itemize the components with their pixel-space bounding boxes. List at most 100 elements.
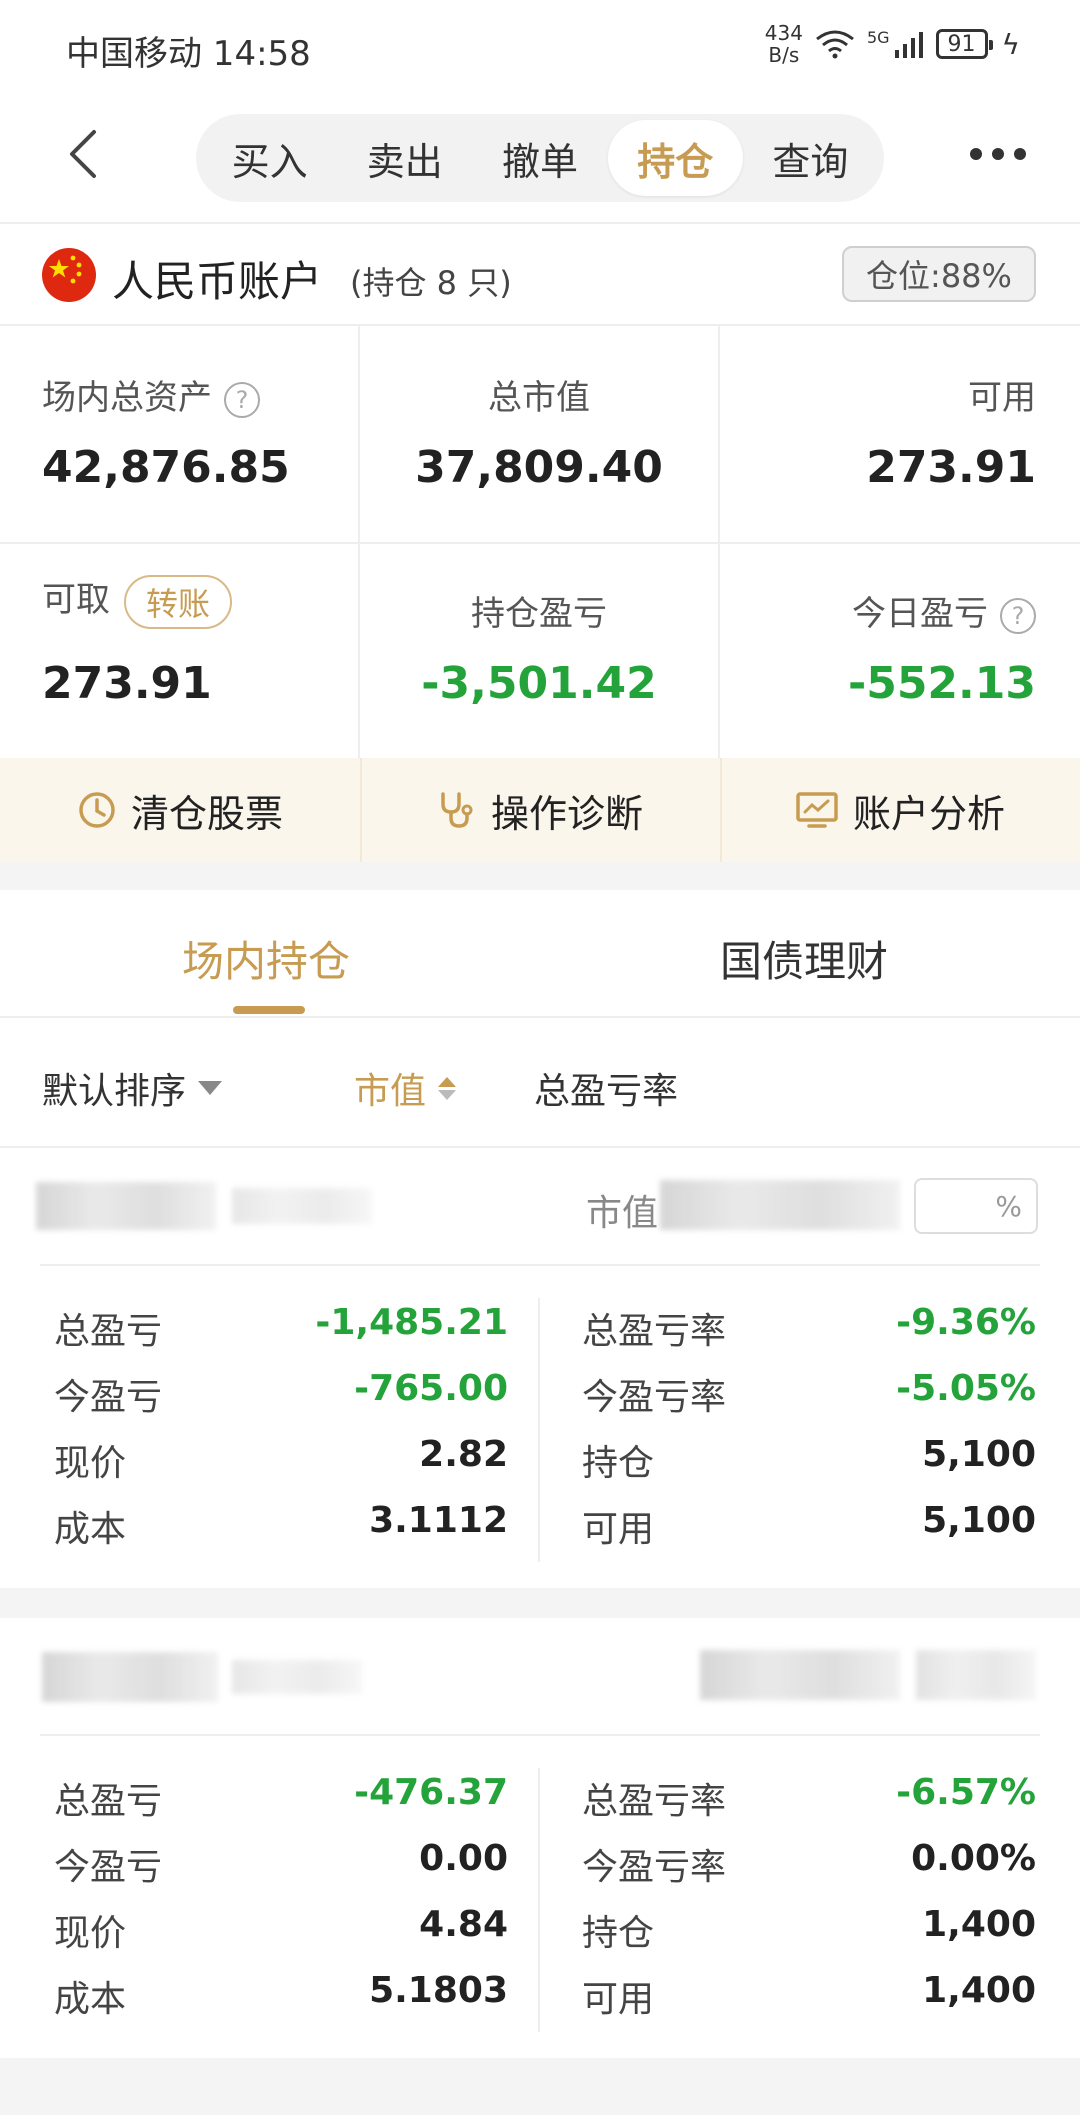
metric-row: 可用 1,400 [582,1970,1036,2036]
top-nav: 买入 卖出 撤单 持仓 查询 [0,100,1080,222]
metric-row: 成本 3.1112 [54,1500,508,1566]
clock-icon [79,792,115,828]
metric-value: 1,400 [922,1970,1036,2011]
metric-value: 0.00 [419,1838,508,1879]
sort-default[interactable]: 默认排序 [42,1062,223,1114]
tab-sell[interactable]: 卖出 [337,120,472,196]
metric-row: 今盈亏率 -5.05% [582,1368,1036,1434]
tab-query[interactable]: 查询 [743,120,878,196]
metric-label: 总盈亏 [54,1781,163,1822]
status-bar: 中国移动 14:58 434 B/s 5G 91 ϟ [0,0,1080,100]
metric-label: 总盈亏率 [582,1311,727,1352]
sort-total-rate[interactable]: 总盈亏率 [534,1062,678,1114]
tab-underline [233,1006,305,1014]
metric-value: 5,100 [922,1434,1036,1475]
section-gap [0,862,1080,890]
metric-value: 5,100 [922,1500,1036,1541]
account-header: 人民币账户 (持仓 8 只) 仓位:88% [0,224,1080,324]
chevron-left-icon [70,130,96,178]
market-value-redacted [700,1650,900,1700]
stat-value: -552.13 [847,658,1036,709]
metric-label: 今盈亏率 [582,1377,727,1418]
sort-bar: 默认排序 市值 总盈亏率 [0,1018,1080,1148]
metric-label: 现价 [54,1443,127,1484]
stat-total-assets: 场内总资产? 42,876.85 [0,326,358,542]
stock-code-redacted [232,1660,362,1694]
china-flag-icon [42,248,96,302]
position-pct-redacted [916,1650,1036,1700]
action-bar: 清仓股票 操作诊断 账户分析 [0,758,1080,862]
metric-value: -1,485.21 [315,1302,508,1343]
divider [40,1734,1040,1736]
sort-label: 总盈亏率 [534,1071,679,1112]
stat-value: 273.91 [42,658,212,709]
metric-label: 可用 [582,1509,655,1550]
metric-row: 总盈亏 -1,485.21 [54,1302,508,1368]
network-speed: 434 B/s [765,22,803,66]
stat-label: 总市值 [488,378,590,418]
clear-stocks-button[interactable]: 清仓股票 [0,758,360,862]
caret-down-icon [198,1081,223,1095]
battery-icon: 91 [935,29,993,59]
metric-label: 今盈亏 [54,1377,163,1418]
back-button[interactable] [56,124,116,184]
metric-row: 持仓 5,100 [582,1434,1036,1500]
holding-card[interactable]: 市值 % 总盈亏 -1,485.21 今盈亏 -765.00 现价 2.82 成本 3.… [0,1148,1080,1586]
metric-value: -6.57% [896,1772,1036,1813]
metric-label: 成本 [54,1509,127,1550]
metric-value: 5.1803 [369,1970,508,2011]
stat-label: 场内总资产 [42,378,212,418]
tab-buy[interactable]: 买入 [202,120,337,196]
divider [40,1264,1040,1266]
metric-row: 总盈亏率 -9.36% [582,1302,1036,1368]
help-icon[interactable]: ? [224,381,260,418]
metric-label: 今盈亏 [54,1847,163,1888]
metric-value: 1,400 [922,1904,1036,1945]
metric-row: 今盈亏 -765.00 [54,1368,508,1434]
stat-label: 持仓盈亏 [471,594,607,634]
metric-label: 可用 [582,1979,655,2020]
holding-header [0,1618,1080,1734]
metric-row: 今盈亏率 0.00% [582,1838,1036,1904]
stat-value: 37,809.40 [415,442,663,493]
account-stats: 场内总资产? 42,876.85 总市值 37,809.40 可用 273.91… [0,326,1080,758]
metric-label: 持仓 [582,1913,655,1954]
transfer-button[interactable]: 转账 [124,574,233,629]
metric-row: 现价 4.84 [54,1904,508,1970]
stat-today-pnl: 今日盈亏? -552.13 [720,542,1080,758]
tab-exchange-holdings[interactable]: 场内持仓 [182,928,350,989]
stat-value: -3,501.42 [421,658,657,709]
stat-label: 可取 [42,580,110,620]
metric-label: 成本 [54,1979,127,2020]
status-icons: 434 B/s 5G 91 ϟ [765,22,1020,66]
wifi-icon [815,29,855,59]
signal-icon [894,30,924,58]
account-analysis-button[interactable]: 账户分析 [720,758,1080,862]
tab-cancel[interactable]: 撤单 [472,120,607,196]
divider [358,326,360,758]
stock-name-redacted [36,1182,216,1230]
holding-card[interactable]: 总盈亏 -476.37 今盈亏 0.00 现价 4.84 成本 5.1803 总盈亏率 -… [0,1618,1080,2056]
section-gap [0,1588,1080,1618]
sort-icon [438,1076,457,1100]
speed-unit: B/s [768,43,800,67]
charging-icon: ϟ [1001,27,1020,61]
position-ratio-badge[interactable]: 仓位:88% [842,246,1036,302]
metric-row: 总盈亏率 -6.57% [582,1772,1036,1838]
diagnosis-button[interactable]: 操作诊断 [360,758,720,862]
network-type: 5G [866,27,890,47]
metric-label: 现价 [54,1913,127,1954]
more-icon[interactable] [970,148,1026,160]
help-icon[interactable]: ? [1000,597,1036,634]
tab-holdings[interactable]: 持仓 [607,120,743,196]
sort-market-value[interactable]: 市值 [354,1062,457,1114]
stat-label: 今日盈亏 [852,594,988,634]
content-tabs: 场内持仓 国债理财 [0,890,1080,1016]
holdings-count: (持仓 8 只) [350,264,512,302]
monitor-chart-icon [796,792,838,828]
metric-value: -765.00 [354,1368,508,1409]
section-gap [0,2058,1080,2115]
trade-tabs: 买入 卖出 撤单 持仓 查询 [196,114,884,202]
tab-treasury-finance[interactable]: 国债理财 [720,928,888,989]
divider [538,1768,540,2032]
